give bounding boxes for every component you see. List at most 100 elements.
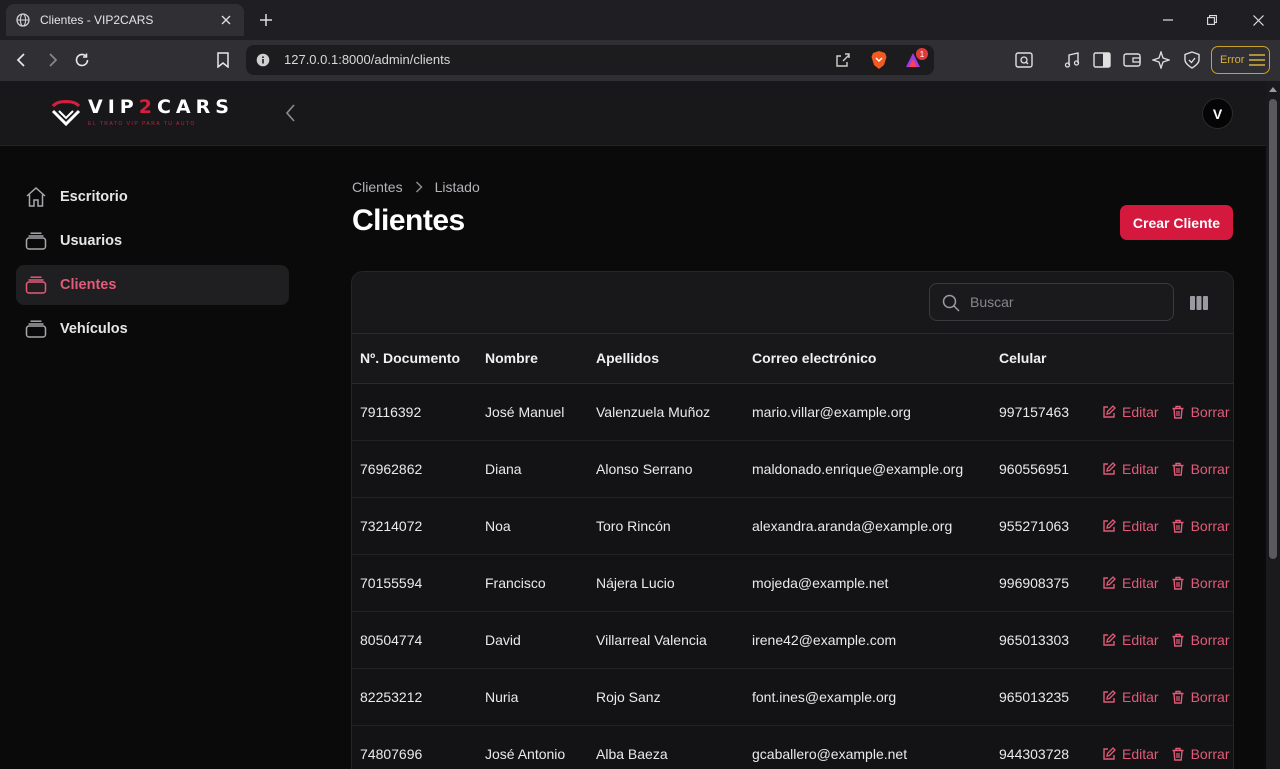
- scrollbar-thumb[interactable]: [1269, 99, 1277, 559]
- reload-icon[interactable]: [71, 49, 93, 71]
- close-window-icon[interactable]: [1248, 10, 1268, 30]
- clients-table: Nº. Documento Nombre Apellidos Correo el…: [352, 334, 1233, 769]
- sidebar-item-usuarios[interactable]: Usuarios: [16, 221, 289, 261]
- breadcrumb-current: Listado: [434, 179, 480, 195]
- cell-celular: 944303728: [991, 725, 1094, 769]
- forward-icon[interactable]: [41, 49, 63, 71]
- cell-nombre: Nuria: [477, 668, 588, 726]
- edit-button[interactable]: Editar: [1102, 689, 1159, 705]
- table-row: 79116392 José Manuel Valenzuela Muñoz mario…: [352, 383, 1233, 441]
- browser-tab-bar: Clientes - VIP2CARS: [0, 0, 1280, 40]
- edit-button[interactable]: Editar: [1102, 575, 1159, 591]
- sidebar-item-clientes[interactable]: Clientes: [16, 265, 289, 305]
- delete-label: Borrar: [1190, 631, 1230, 648]
- cell-apellidos: Toro Rincón: [588, 497, 744, 555]
- delete-button[interactable]: Borrar: [1171, 518, 1229, 534]
- chevron-left-icon: [286, 104, 296, 122]
- trash-icon: [1171, 633, 1185, 647]
- cell-documento: 73214072: [352, 497, 477, 555]
- error-menu-button[interactable]: Error: [1211, 46, 1270, 74]
- delete-label: Borrar: [1190, 688, 1230, 705]
- search-input[interactable]: [970, 284, 1165, 320]
- edit-label: Editar: [1122, 745, 1159, 762]
- restore-icon[interactable]: [1202, 10, 1222, 30]
- delete-button[interactable]: Borrar: [1171, 745, 1230, 762]
- sidebar-item-vehiculos[interactable]: Vehículos: [16, 309, 289, 349]
- cell-celular: 955271063: [991, 497, 1094, 555]
- trash-icon: [1171, 405, 1185, 419]
- edit-label: Editar: [1122, 574, 1159, 591]
- cell-correo: gcaballero@example.net: [744, 725, 991, 769]
- breadcrumb-link-clientes[interactable]: Clientes: [352, 179, 403, 195]
- cell-celular: 965013235: [991, 668, 1094, 726]
- wallet-icon[interactable]: [1121, 49, 1143, 71]
- breadcrumb: Clientes Listado: [352, 179, 480, 195]
- site-info-icon[interactable]: [256, 53, 270, 67]
- delete-button[interactable]: Borrar: [1171, 688, 1230, 705]
- sidebar-item-label: Usuarios: [60, 233, 123, 249]
- trash-icon: [1171, 462, 1185, 476]
- column-header-celular[interactable]: Celular: [991, 334, 1094, 384]
- hamburger-icon: [1249, 54, 1266, 66]
- column-header-apellidos[interactable]: Apellidos: [588, 334, 744, 384]
- delete-button[interactable]: Borrar: [1171, 404, 1229, 420]
- leo-ai-icon[interactable]: [1150, 49, 1172, 71]
- column-header-documento[interactable]: Nº. Documento: [352, 334, 477, 384]
- browser-tab[interactable]: Clientes - VIP2CARS: [6, 4, 244, 36]
- edit-button[interactable]: Editar: [1102, 518, 1159, 534]
- tab-search-icon[interactable]: [1013, 49, 1035, 71]
- delete-button[interactable]: Borrar: [1171, 461, 1229, 477]
- delete-button[interactable]: Borrar: [1171, 631, 1230, 648]
- sidebar-item-label: Vehículos: [60, 321, 128, 337]
- edit-icon: [1102, 746, 1116, 761]
- scroll-up-arrow-icon[interactable]: [1269, 85, 1277, 93]
- stack-icon: [25, 230, 47, 252]
- edit-button[interactable]: Editar: [1102, 746, 1159, 762]
- cell-correo: mario.villar@example.org: [744, 383, 991, 441]
- globe-icon: [16, 13, 30, 27]
- error-label: Error: [1220, 54, 1245, 66]
- user-avatar[interactable]: V: [1202, 98, 1233, 129]
- table-header-row: Nº. Documento Nombre Apellidos Correo el…: [352, 334, 1233, 384]
- delete-label: Borrar: [1190, 745, 1230, 762]
- trash-icon: [1171, 576, 1185, 590]
- app-header: VIP2CARS EL TRATO VIP PARA TU AUTO V: [0, 81, 1266, 146]
- minimize-icon[interactable]: [1158, 10, 1178, 30]
- main-content: Clientes Listado Clientes Crear Cliente: [305, 146, 1266, 769]
- table-row: 70155594 Francisco Nájera Lucio mojeda@exam…: [352, 554, 1233, 612]
- brave-shields-icon[interactable]: [870, 50, 888, 70]
- edit-icon: [1102, 461, 1116, 476]
- row-actions: Editar Borrar: [1102, 688, 1233, 705]
- cell-documento: 82253212: [352, 668, 477, 726]
- cell-correo: mojeda@example.net: [744, 554, 991, 612]
- delete-label: Borrar: [1190, 574, 1230, 591]
- edit-label: Editar: [1122, 403, 1159, 420]
- brand-logo[interactable]: VIP2CARS EL TRATO VIP PARA TU AUTO: [50, 96, 255, 130]
- new-tab-icon[interactable]: [256, 10, 276, 30]
- create-client-button[interactable]: Crear Cliente: [1120, 205, 1233, 240]
- stack-icon: [25, 274, 47, 296]
- edit-button[interactable]: Editar: [1102, 404, 1159, 420]
- sidebar-item-escritorio[interactable]: Escritorio: [16, 177, 289, 217]
- close-tab-icon[interactable]: [218, 12, 234, 28]
- music-icon[interactable]: [1061, 49, 1083, 71]
- column-header-correo[interactable]: Correo electrónico: [744, 334, 991, 384]
- page-scrollbar[interactable]: [1266, 81, 1280, 769]
- sidebar-toggle-icon[interactable]: [1091, 49, 1113, 71]
- collapse-sidebar-button[interactable]: [281, 102, 301, 124]
- edit-button[interactable]: Editar: [1102, 461, 1159, 477]
- cell-apellidos: Valenzuela Muñoz: [588, 383, 744, 441]
- notification-badge: 1: [916, 48, 928, 60]
- trash-icon: [1171, 519, 1185, 533]
- vpn-shield-icon[interactable]: [1181, 49, 1203, 71]
- edit-button[interactable]: Editar: [1102, 632, 1159, 648]
- bookmark-icon[interactable]: [212, 49, 234, 71]
- back-icon[interactable]: [11, 49, 33, 71]
- chevron-right-icon: [415, 181, 423, 193]
- delete-button[interactable]: Borrar: [1171, 574, 1230, 591]
- address-bar[interactable]: 127.0.0.1:8000/admin/clients 1: [246, 45, 934, 75]
- row-actions: Editar Borrar: [1102, 404, 1233, 420]
- share-icon[interactable]: [835, 52, 851, 68]
- column-header-nombre[interactable]: Nombre: [477, 334, 588, 384]
- columns-toggle-button[interactable]: [1188, 293, 1210, 313]
